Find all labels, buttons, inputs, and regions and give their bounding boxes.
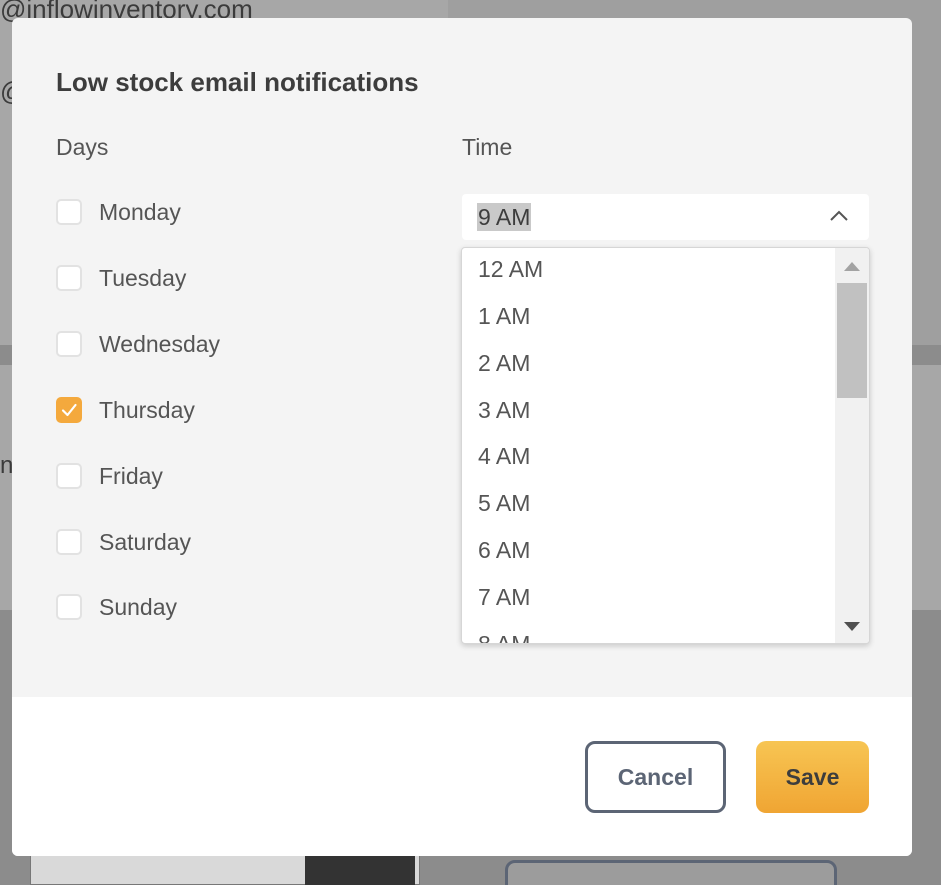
- scrollbar-thumb[interactable]: [837, 283, 867, 398]
- time-option[interactable]: 3 AM: [478, 396, 530, 424]
- day-label: Thursday: [99, 396, 195, 423]
- day-option-thursday[interactable]: Thursday: [56, 394, 195, 426]
- time-option[interactable]: 4 AM: [478, 442, 530, 470]
- day-option-tuesday[interactable]: Tuesday: [56, 262, 186, 294]
- time-select-value: 9 AM: [477, 203, 532, 231]
- time-option[interactable]: 12 AM: [478, 255, 543, 283]
- day-label: Saturday: [99, 528, 192, 555]
- triangle-down-icon[interactable]: [844, 622, 860, 631]
- dropdown-scrollbar[interactable]: [835, 248, 869, 643]
- chevron-up-icon[interactable]: [829, 208, 849, 224]
- background-button: [505, 860, 837, 885]
- friday-checkbox[interactable]: [56, 463, 82, 489]
- day-option-sunday[interactable]: Sunday: [56, 591, 177, 623]
- dialog-title: Low stock email notifications: [56, 67, 419, 97]
- time-option[interactable]: 2 AM: [478, 349, 530, 377]
- time-option[interactable]: 7 AM: [478, 583, 530, 611]
- triangle-up-icon[interactable]: [844, 262, 860, 271]
- tuesday-checkbox[interactable]: [56, 265, 82, 291]
- time-option[interactable]: 8 AM: [478, 630, 530, 643]
- day-option-monday[interactable]: Monday: [56, 196, 181, 228]
- time-heading: Time: [462, 134, 513, 160]
- time-option[interactable]: 6 AM: [478, 536, 530, 564]
- time-dropdown-list[interactable]: 12 AM 1 AM 2 AM 3 AM 4 AM 5 AM 6 AM 7 AM…: [461, 247, 870, 644]
- low-stock-notifications-dialog: Low stock email notifications Days Time …: [12, 18, 912, 856]
- day-option-wednesday[interactable]: Wednesday: [56, 328, 220, 360]
- sunday-checkbox[interactable]: [56, 594, 82, 620]
- day-label: Monday: [99, 198, 181, 225]
- saturday-checkbox[interactable]: [56, 529, 82, 555]
- monday-checkbox[interactable]: [56, 199, 82, 225]
- day-option-saturday[interactable]: Saturday: [56, 526, 191, 558]
- day-label: Friday: [99, 462, 163, 489]
- day-label: Wednesday: [99, 330, 221, 357]
- days-heading: Days: [56, 134, 109, 160]
- thursday-checkbox[interactable]: [56, 397, 82, 423]
- save-button[interactable]: Save: [756, 741, 869, 813]
- day-label: Tuesday: [99, 264, 187, 291]
- cancel-button[interactable]: Cancel: [585, 741, 726, 813]
- wednesday-checkbox[interactable]: [56, 331, 82, 357]
- background-thumbnail-phone: [305, 855, 415, 885]
- time-option[interactable]: 5 AM: [478, 489, 530, 517]
- checkmark-icon: [61, 403, 77, 417]
- day-label: Sunday: [99, 593, 178, 620]
- time-select[interactable]: 9 AM: [462, 194, 869, 240]
- time-option[interactable]: 1 AM: [478, 302, 530, 330]
- day-option-friday[interactable]: Friday: [56, 460, 163, 492]
